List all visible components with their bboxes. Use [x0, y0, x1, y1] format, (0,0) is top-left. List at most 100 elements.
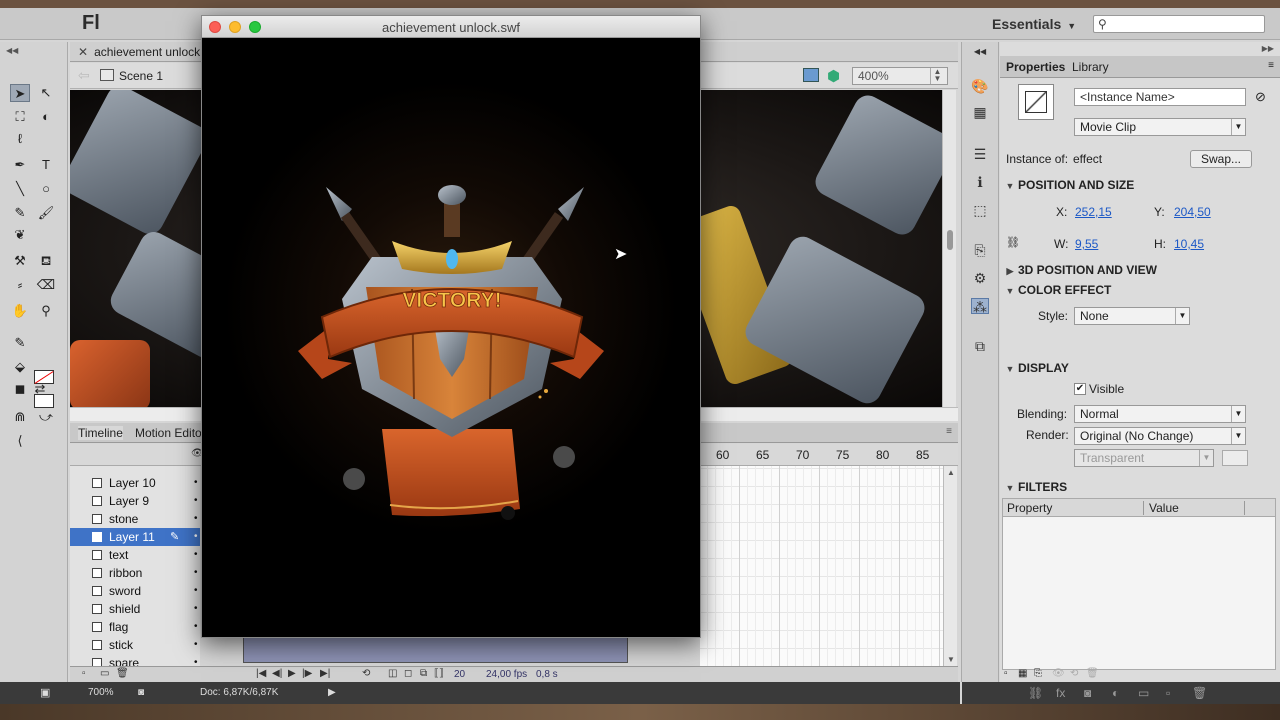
tab-library[interactable]: Library [1072, 60, 1109, 74]
components-panel-icon[interactable]: ⚙ [971, 270, 989, 286]
advanced-settings-icon[interactable]: ⊘ [1255, 89, 1266, 105]
y-value[interactable]: 204,50 [1174, 205, 1211, 219]
onion-outline-icon[interactable]: ◻ [404, 668, 412, 679]
visibility-dot[interactable]: • [194, 654, 198, 666]
pen-tool-icon[interactable]: ✒ [10, 156, 30, 174]
close-icon[interactable]: ✕ [78, 45, 88, 59]
new-layer-icon[interactable]: ▫ [82, 668, 86, 679]
tab-timeline[interactable]: Timeline [78, 426, 123, 440]
edit-symbols-icon[interactable]: ⬢ [827, 67, 840, 85]
delete-filter-icon[interactable]: 🗑 [1086, 668, 1099, 679]
deco-tool-icon[interactable]: ❦ [10, 226, 30, 244]
smooth-icon[interactable]: ⤻ [36, 408, 56, 426]
motion-presets-icon[interactable]: ⁂ [971, 298, 989, 315]
new-item-icon[interactable]: ▫ [1166, 686, 1170, 700]
clipboard-icon[interactable]: ⎘ [1034, 668, 1042, 679]
add-filter-icon[interactable]: ▫ [1004, 668, 1008, 679]
layer-row[interactable]: stick • [70, 636, 200, 654]
new-folder-icon[interactable]: ▭ [100, 668, 109, 679]
brush-tool-icon[interactable]: 🖌 [36, 204, 56, 222]
eyedropper-tool-icon[interactable]: ⸗ [10, 276, 30, 294]
filters-table[interactable]: Property Value [1002, 498, 1276, 670]
status-camera-icon[interactable]: ◙ [138, 687, 144, 698]
go-to-first-frame-icon[interactable]: |◀ [256, 668, 266, 679]
render-select[interactable]: Original (No Change) ▼ [1074, 427, 1246, 445]
layer-row-selected[interactable]: Layer 11 ✎ • [70, 528, 200, 546]
x-value[interactable]: 252,15 [1075, 205, 1112, 219]
selection-tool-icon[interactable]: ➤ [10, 84, 30, 102]
visibility-dot[interactable]: • [194, 510, 198, 528]
onion-skin-icon[interactable]: ◫ [388, 668, 397, 679]
height-value[interactable]: 10,45 [1174, 237, 1204, 251]
layer-row[interactable]: spare • [70, 654, 200, 666]
help-search-input[interactable]: ⚲ [1093, 15, 1265, 33]
visibility-dot[interactable]: • [194, 474, 198, 492]
onion-markers-icon[interactable]: ⟦⟧ [434, 668, 444, 679]
info-panel-icon[interactable]: ℹ [971, 174, 989, 190]
section-3d-position[interactable]: ▶ 3D POSITION AND VIEW [1002, 261, 1278, 279]
stroke-color-icon[interactable]: ✎ [10, 334, 30, 352]
scrollbar-thumb[interactable] [947, 230, 953, 250]
text-tool-icon[interactable]: T [36, 156, 56, 174]
expand-panel-icon[interactable]: ▶▶ [1262, 44, 1274, 53]
visibility-dot[interactable]: • [194, 546, 198, 564]
tab-properties[interactable]: Properties [1006, 60, 1065, 74]
eraser-tool-icon[interactable]: ⌫ [36, 276, 56, 294]
edit-scene-icon[interactable] [803, 68, 819, 82]
timeline-frames-grid[interactable] [700, 466, 943, 666]
snap-to-objects-icon[interactable]: ⋒ [10, 408, 30, 426]
layer-row[interactable]: Layer 9 • [70, 492, 200, 510]
scroll-down-icon[interactable]: ▼ [947, 655, 955, 664]
color-style-select[interactable]: None ▼ [1074, 307, 1190, 325]
play-icon[interactable]: ▶ [328, 687, 336, 698]
collapse-panel-icon[interactable]: ◀◀ [6, 46, 18, 55]
collapse-panel-icon[interactable]: ◀◀ [971, 44, 989, 60]
paint-bucket-icon[interactable]: ⛾ [36, 252, 56, 270]
workspace-switcher[interactable]: Essentials ▼ [992, 16, 1076, 32]
delete-layer-icon[interactable]: 🗑 [116, 668, 129, 679]
layer-row[interactable]: shield • [70, 600, 200, 618]
instance-name-input[interactable]: <Instance Name> [1074, 88, 1246, 106]
scroll-up-icon[interactable]: ▲ [947, 468, 955, 477]
blending-select[interactable]: Normal ▼ [1074, 405, 1246, 423]
straighten-icon[interactable]: ⟨ [10, 432, 30, 450]
edit-multiple-frames-icon[interactable]: ⧉ [420, 668, 427, 679]
layer-row[interactable]: text • [70, 546, 200, 564]
panel-menu-icon[interactable]: ≡ [946, 426, 952, 437]
zoom-dropdown-arrow-icon[interactable]: ▲ ▼ [930, 68, 944, 84]
swatches-panel-icon[interactable]: ▦ [971, 104, 989, 120]
back-arrow-icon[interactable]: ⇦ [78, 67, 90, 84]
go-to-last-frame-icon[interactable]: ▶| [320, 668, 330, 679]
swf-titlebar[interactable]: achievement unlock.swf [202, 16, 700, 38]
document-tab[interactable]: ✕ achievement unlock.f [78, 45, 207, 59]
visibility-dot[interactable]: • [194, 492, 198, 510]
lasso-tool-icon[interactable]: ℓ [10, 130, 30, 148]
oval-tool-icon[interactable]: ○ [36, 180, 56, 198]
swap-colors-icon[interactable]: ⇄ [30, 380, 50, 398]
stage-vertical-scrollbar[interactable] [942, 90, 956, 407]
free-transform-tool-icon[interactable]: ⛶ [10, 108, 30, 126]
layer-row[interactable]: sword • [70, 582, 200, 600]
spare-layer-frames[interactable] [243, 635, 628, 663]
folder-icon[interactable]: ▭ [1138, 686, 1149, 700]
adjust-icon[interactable]: ◐ [1112, 686, 1119, 700]
visibility-dot[interactable]: • [194, 528, 198, 546]
align-panel-icon[interactable]: ☰ [971, 146, 989, 162]
trash-icon[interactable]: 🗑 [1192, 686, 1207, 700]
visibility-dot[interactable]: • [194, 600, 198, 618]
color-panel-icon[interactable]: 🎨 [971, 78, 989, 94]
visibility-dot[interactable]: • [194, 564, 198, 582]
zoom-tool-icon[interactable]: ⚲ [36, 302, 56, 320]
transform-panel-icon[interactable]: ⬚ [971, 202, 989, 218]
3d-rotation-tool-icon[interactable]: ◐ [36, 108, 56, 126]
subselection-tool-icon[interactable]: ↖ [36, 84, 56, 102]
line-tool-icon[interactable]: ╲ [10, 180, 30, 198]
swf-preview-window[interactable]: achievement unlock.swf VICTORY! [201, 15, 701, 638]
scene-label[interactable]: Scene 1 [119, 69, 163, 83]
layer-row[interactable]: ribbon • [70, 564, 200, 582]
swap-button[interactable]: Swap... [1190, 150, 1252, 168]
section-display[interactable]: ▼ DISPLAY [1002, 359, 1278, 377]
visible-checkbox[interactable]: ✔ [1074, 383, 1086, 395]
hand-tool-icon[interactable]: ✋ [10, 302, 30, 320]
layer-row[interactable]: Layer 10 • [70, 474, 200, 492]
